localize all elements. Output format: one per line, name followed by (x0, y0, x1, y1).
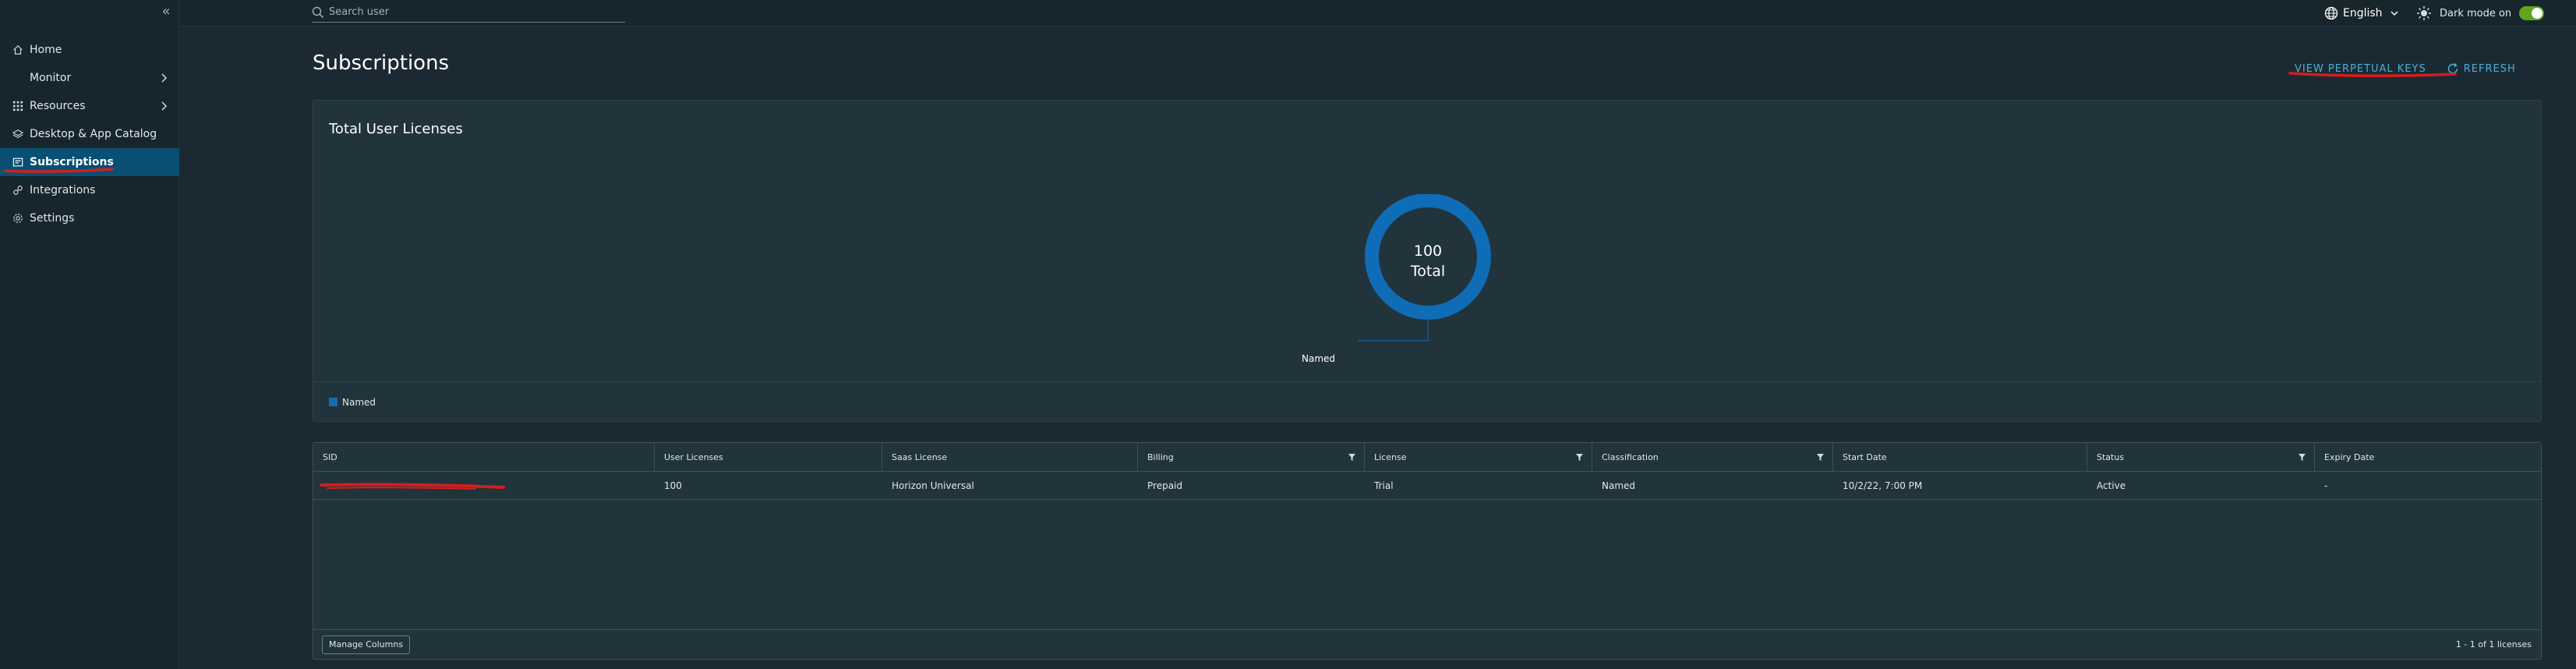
column-header-label: User Licenses (664, 452, 723, 462)
dark-mode-toggle[interactable] (2519, 6, 2545, 20)
legend-label[interactable]: Named (342, 397, 376, 408)
chart-legend: Named (313, 381, 2541, 422)
cell-license: Trial (1374, 480, 1394, 491)
total-licenses-card: Total User Licenses 100 Total Named Name… (313, 100, 2542, 422)
cell-billing: Prepaid (1147, 480, 1182, 491)
annotation-redaction-sid (320, 483, 505, 490)
cell-expiry-date: - (2324, 480, 2328, 491)
sun-icon (2417, 6, 2431, 20)
gear-icon (11, 211, 25, 225)
column-header-label: Start Date (1843, 452, 1887, 462)
column-header-label: Billing (1147, 452, 1174, 462)
column-header-license[interactable]: License (1365, 443, 1592, 472)
chevron-right-icon (161, 101, 168, 111)
column-header-classification[interactable]: Classification (1592, 443, 1833, 472)
table-header: SID User Licenses Saas License Billing L… (313, 443, 2541, 472)
column-header-start-date[interactable]: Start Date (1833, 443, 2087, 472)
table-row[interactable]: 100 Horizon Universal Prepaid Trial Name… (313, 472, 2541, 500)
sidebar-item-label: Home (30, 44, 62, 56)
column-header-label: Saas License (892, 452, 948, 462)
filter-icon[interactable] (1816, 453, 1825, 462)
top-bar: English Dark mode on (179, 0, 2576, 27)
refresh-label: REFRESH (2463, 62, 2516, 75)
search-input[interactable] (329, 6, 617, 18)
sidebar-item-resources[interactable]: Resources (0, 92, 179, 120)
donut-chart-svg (1358, 194, 1491, 342)
app-root: « Home Monitor Resources Desktop & App C… (0, 0, 2576, 669)
annotation-underline-subscriptions (3, 168, 114, 173)
filter-icon[interactable] (1348, 453, 1356, 462)
sidebar-item-label: Desktop & App Catalog (30, 128, 157, 140)
cell-sid (313, 472, 655, 500)
sidebar-item-label: Monitor (30, 72, 72, 84)
page-title: Subscriptions (313, 51, 450, 75)
filter-icon[interactable] (2298, 453, 2306, 462)
grid-icon (11, 99, 25, 113)
column-header-label: Expiry Date (2324, 452, 2375, 462)
column-header-user-licenses[interactable]: User Licenses (655, 443, 882, 472)
search-bar (312, 2, 625, 23)
sidebar-item-label: Resources (30, 100, 86, 112)
chevron-right-icon (161, 73, 168, 83)
donut-total-label: Total (1410, 263, 1446, 280)
column-header-label: License (1374, 452, 1407, 462)
pagination-count: 1 - 1 of 1 licenses (2455, 639, 2532, 650)
search-icon (312, 6, 324, 18)
language-selector[interactable]: English (2324, 3, 2405, 23)
column-header-expiry-date[interactable]: Expiry Date (2315, 443, 2541, 472)
dark-mode-control: Dark mode on (2416, 3, 2545, 23)
sidebar-item-label: Settings (30, 212, 75, 225)
language-label: English (2343, 7, 2383, 19)
column-header-sid[interactable]: SID (313, 443, 655, 472)
sidebar-item-monitor[interactable]: Monitor (0, 64, 179, 92)
sidebar: « Home Monitor Resources Desktop & App C… (0, 0, 179, 669)
table-footer: Manage Columns 1 - 1 of 1 licenses (313, 629, 2541, 659)
subscriptions-table: SID User Licenses Saas License Billing L… (313, 442, 2542, 660)
globe-icon (2324, 6, 2338, 20)
refresh-button[interactable]: REFRESH (2447, 62, 2516, 75)
cell-status: Active (2097, 480, 2126, 491)
manage-columns-button[interactable]: Manage Columns (322, 635, 411, 654)
column-header-billing[interactable]: Billing (1138, 443, 1365, 472)
cell-saas-license: Horizon Universal (892, 480, 974, 491)
sidebar-item-home[interactable]: Home (0, 36, 179, 64)
column-header-label: Status (2097, 452, 2125, 462)
donut-chart: 100 Total Named (313, 101, 2542, 381)
sidebar-item-integrations[interactable]: Integrations (0, 176, 179, 204)
annotation-underline-keys (2288, 72, 2457, 78)
sidebar-item-label: Integrations (30, 184, 96, 196)
double-chevron-left-icon[interactable]: « (156, 3, 176, 20)
chevron-down-icon (2390, 11, 2398, 16)
sidebar-item-desktop-app-catalog[interactable]: Desktop & App Catalog (0, 120, 179, 148)
donut-slice-label: Named (1302, 353, 1336, 364)
filter-icon[interactable] (1575, 453, 1584, 462)
column-header-label: Classification (1602, 452, 1659, 462)
donut-leader-line (1358, 320, 1429, 342)
dark-mode-label: Dark mode on (2440, 7, 2512, 19)
legend-swatch (329, 398, 337, 406)
cell-user-licenses: 100 (664, 480, 682, 491)
cell-start-date: 10/2/22, 7:00 PM (1843, 480, 1923, 491)
home-icon (11, 43, 25, 57)
donut-total-value: 100 (1413, 242, 1443, 260)
toggle-knob (2532, 8, 2543, 19)
sidebar-nav: Home Monitor Resources Desktop & App Cat… (0, 36, 179, 232)
layers-icon (11, 127, 25, 141)
sidebar-item-settings[interactable]: Settings (0, 204, 179, 232)
column-header-saas-license[interactable]: Saas License (882, 443, 1138, 472)
column-header-label: SID (323, 452, 337, 462)
column-header-status[interactable]: Status (2087, 443, 2315, 472)
integration-icon (11, 183, 25, 197)
donut-center-text: 100 Total (1366, 241, 1490, 281)
cell-classification: Named (1602, 480, 1636, 491)
monitor-icon (11, 71, 25, 85)
